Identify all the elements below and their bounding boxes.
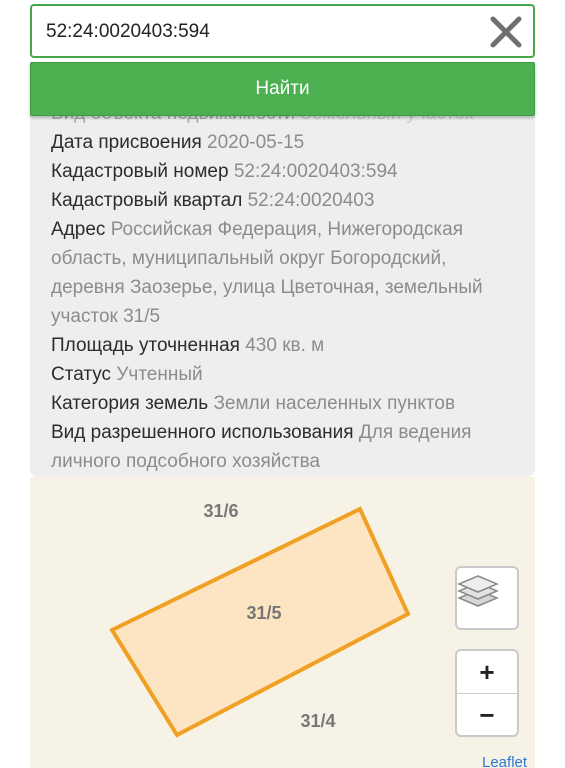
- info-row-status: Статус Учтенный: [51, 360, 521, 389]
- info-label: Категория земель: [51, 393, 209, 414]
- info-row-land-category: Категория земель Земли населенных пункто…: [51, 389, 521, 418]
- map-view[interactable]: 31/6 31/5 31/4 + − Leaflet: [30, 477, 535, 768]
- info-value: 2020-05-15: [207, 132, 305, 153]
- parcel-label-north: 31/6: [203, 501, 238, 521]
- leaflet-attribution-link[interactable]: Leaflet: [482, 754, 527, 768]
- info-value: 52:24:0020403:594: [233, 161, 398, 182]
- parcel-label-selected: 31/5: [246, 603, 281, 623]
- parcel-label-south: 31/4: [300, 711, 335, 731]
- info-panel: Вид объекта недвижимости Земельный участ…: [30, 100, 535, 477]
- layers-icon[interactable]: [457, 568, 499, 610]
- info-label: Адрес: [51, 219, 106, 240]
- info-label: Статус: [51, 364, 112, 385]
- info-list: Вид объекта недвижимости Земельный участ…: [51, 100, 521, 476]
- close-icon[interactable]: [489, 15, 523, 49]
- zoom-out-button[interactable]: −: [457, 694, 517, 736]
- clear-button[interactable]: [489, 15, 523, 49]
- info-value: 52:24:0020403: [247, 190, 375, 211]
- info-label: Дата присвоения: [51, 132, 202, 153]
- info-label: Кадастровый квартал: [51, 190, 243, 211]
- info-label: Кадастровый номер: [51, 161, 229, 182]
- info-value: Российская Федерация, Нижегородская обла…: [51, 219, 483, 327]
- info-row-permitted-use: Вид разрешенного использования Для веден…: [51, 418, 521, 476]
- info-value: 430 кв. м: [245, 335, 325, 356]
- zoom-control: + −: [455, 649, 519, 737]
- zoom-in-button[interactable]: +: [457, 651, 517, 694]
- info-row-area: Площадь уточненная 430 кв. м: [51, 331, 521, 360]
- info-label: Вид разрешенного использования: [51, 422, 354, 443]
- info-label: Площадь уточненная: [51, 335, 240, 356]
- find-button[interactable]: Найти: [30, 62, 535, 116]
- info-row-address: Адрес Российская Федерация, Нижегородска…: [51, 215, 521, 331]
- search-input[interactable]: [44, 6, 488, 58]
- find-button-label: Найти: [255, 78, 310, 99]
- info-value: Учтенный: [116, 364, 203, 385]
- info-value: Земли населенных пунктов: [213, 393, 456, 414]
- info-row-cadastral-quarter: Кадастровый квартал 52:24:0020403: [51, 186, 521, 215]
- info-row-assignment-date: Дата присвоения 2020-05-15: [51, 128, 521, 157]
- layers-button[interactable]: [455, 566, 519, 630]
- search-field[interactable]: [30, 4, 535, 58]
- info-row-cadastral-number: Кадастровый номер 52:24:0020403:594: [51, 157, 521, 186]
